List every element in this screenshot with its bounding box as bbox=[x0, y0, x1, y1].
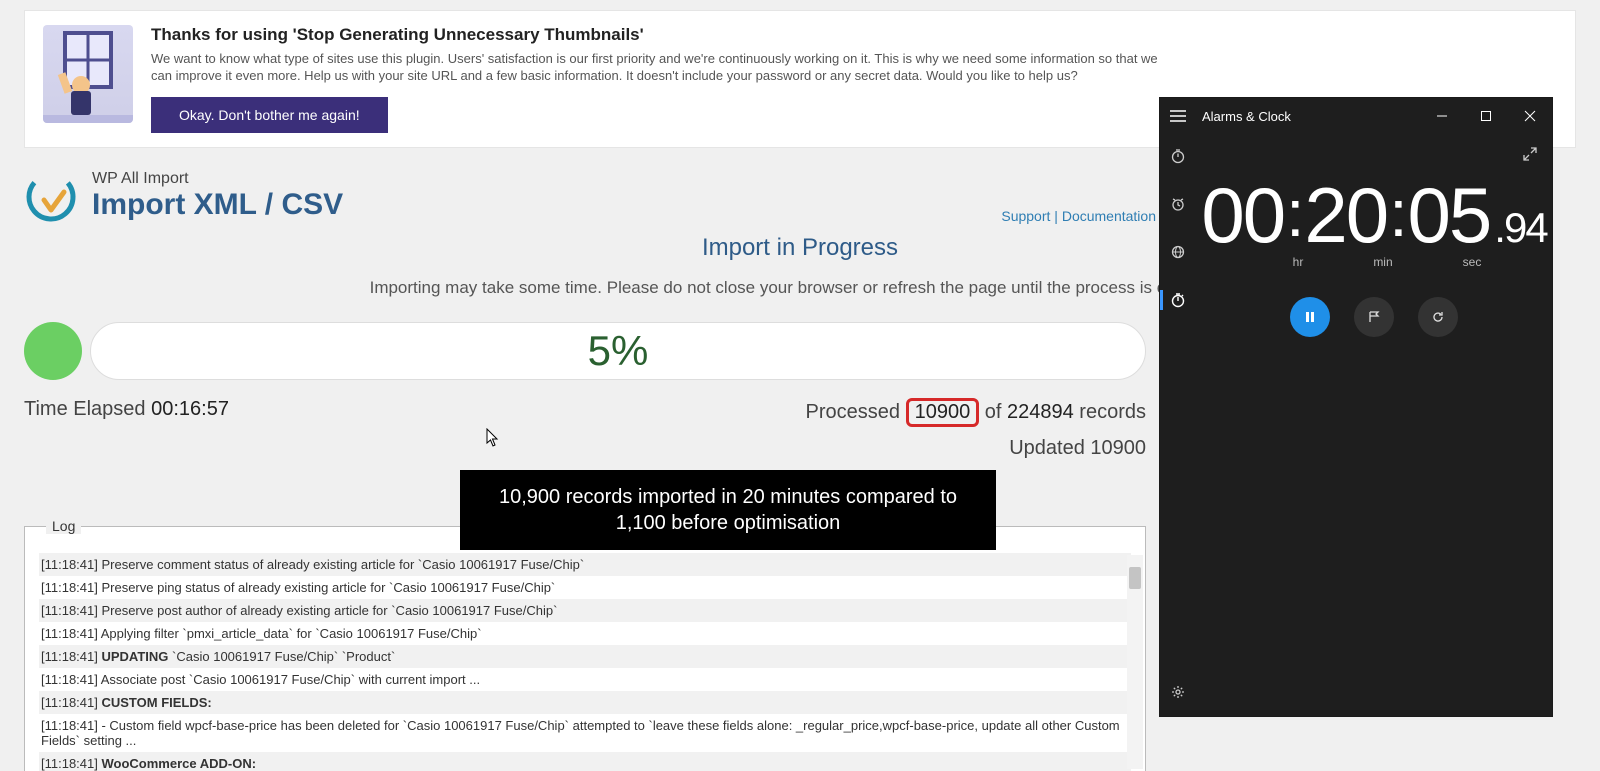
sep2: : bbox=[1387, 175, 1407, 251]
label-hr: hr bbox=[1293, 255, 1304, 269]
time-elapsed: Time Elapsed 00:16:57 bbox=[24, 398, 229, 427]
log-entry: [11:18:41] Preserve post author of alrea… bbox=[39, 599, 1131, 622]
wp-all-import-logo bbox=[24, 170, 78, 224]
link-separator: | bbox=[1050, 208, 1061, 224]
expand-button[interactable] bbox=[1522, 146, 1538, 162]
processed-of: of bbox=[979, 401, 1007, 423]
log-entry: [11:18:41] UPDATING `Casio 10061917 Fuse… bbox=[39, 645, 1131, 668]
titlebar[interactable]: Alarms & Clock bbox=[1160, 98, 1552, 134]
log-legend: Log bbox=[46, 518, 81, 534]
log-entry: [11:18:41] Preserve comment status of al… bbox=[39, 553, 1131, 576]
nav-rail bbox=[1160, 134, 1196, 716]
updated-value: 10900 bbox=[1090, 437, 1146, 459]
log-frame: [11:18:41] Preserve comment status of al… bbox=[24, 526, 1146, 771]
updated-count: Updated 10900 bbox=[24, 437, 1146, 460]
minimize-button[interactable] bbox=[1420, 98, 1464, 134]
label-sec: sec bbox=[1463, 255, 1482, 269]
rail-alarm[interactable] bbox=[1160, 190, 1196, 218]
stopwatch-display: 00 : 20 : 05 .94 bbox=[1201, 176, 1546, 257]
alarms-clock-window: Alarms & Clock 00 : 20 : 05 .94 hr bbox=[1160, 98, 1552, 716]
window-body: 00 : 20 : 05 .94 hr min sec bbox=[1160, 134, 1552, 716]
updated-label: Updated bbox=[1009, 437, 1090, 459]
progress-percent: 5% bbox=[588, 327, 649, 375]
flag-icon bbox=[1367, 310, 1381, 324]
time-elapsed-value: 00:16:57 bbox=[151, 398, 229, 420]
log-entry: [11:18:41] WooCommerce ADD-ON: bbox=[39, 752, 1131, 771]
notice-title: Thanks for using 'Stop Generating Unnece… bbox=[151, 25, 1161, 45]
minutes: 20 bbox=[1304, 176, 1387, 254]
support-link[interactable]: Support bbox=[1001, 208, 1050, 224]
log-list: [11:18:41] Preserve comment status of al… bbox=[39, 553, 1131, 771]
progress-status-dot bbox=[24, 322, 82, 380]
progress-bar-row: 5% bbox=[24, 322, 1146, 380]
alarm-icon bbox=[1170, 196, 1186, 212]
world-clock-icon bbox=[1170, 244, 1186, 260]
log-scrollbar-thumb[interactable] bbox=[1129, 567, 1141, 589]
log-entry: [11:18:41] Associate post `Casio 1006191… bbox=[39, 668, 1131, 691]
close-icon bbox=[1524, 110, 1536, 122]
hours: 00 bbox=[1201, 176, 1284, 254]
window-title: Alarms & Clock bbox=[1202, 109, 1420, 124]
log-entry: [11:18:41] Applying filter `pmxi_article… bbox=[39, 622, 1131, 645]
reset-icon bbox=[1431, 310, 1445, 324]
page-title: Import XML / CSV bbox=[92, 188, 343, 222]
processed-suffix: records bbox=[1074, 401, 1146, 423]
sep1: : bbox=[1284, 175, 1304, 251]
lap-button[interactable] bbox=[1354, 297, 1394, 337]
notice-text: We want to know what type of sites use t… bbox=[151, 51, 1161, 85]
time-elapsed-label: Time Elapsed bbox=[24, 398, 151, 420]
log-entry: [11:18:41] - Custom field wpcf-base-pric… bbox=[39, 714, 1131, 752]
expand-icon bbox=[1522, 146, 1538, 162]
annotation-callout: 10,900 records imported in 20 minutes co… bbox=[460, 470, 996, 550]
dismiss-notice-button[interactable]: Okay. Don't bother me again! bbox=[151, 97, 388, 133]
progress-bar: 5% bbox=[90, 322, 1146, 380]
documentation-link[interactable]: Documentation bbox=[1062, 208, 1156, 224]
rail-settings[interactable] bbox=[1160, 678, 1196, 706]
label-min: min bbox=[1373, 255, 1392, 269]
hamburger-button[interactable] bbox=[1160, 98, 1196, 134]
reset-button[interactable] bbox=[1418, 297, 1458, 337]
stopwatch-content: 00 : 20 : 05 .94 hr min sec bbox=[1196, 134, 1552, 716]
timer-icon bbox=[1170, 148, 1186, 164]
rail-stopwatch[interactable] bbox=[1160, 286, 1196, 314]
processed-label: Processed bbox=[806, 401, 906, 423]
log-entry: [11:18:41] CUSTOM FIELDS: bbox=[39, 691, 1131, 714]
stopwatch-controls bbox=[1290, 297, 1458, 337]
maximize-button[interactable] bbox=[1464, 98, 1508, 134]
hamburger-icon bbox=[1170, 110, 1186, 122]
pause-icon bbox=[1303, 310, 1317, 324]
notice-body: Thanks for using 'Stop Generating Unnece… bbox=[151, 25, 1161, 133]
processed-value: 10900 bbox=[906, 398, 980, 427]
time-labels: hr min sec bbox=[1267, 255, 1482, 269]
breadcrumb: WP All Import bbox=[92, 170, 343, 188]
minimize-icon bbox=[1436, 110, 1448, 122]
close-button[interactable] bbox=[1508, 98, 1552, 134]
maximize-icon bbox=[1480, 110, 1492, 122]
gear-icon bbox=[1170, 684, 1186, 700]
centiseconds: .94 bbox=[1494, 204, 1546, 252]
processed-count: Processed 10900 of 224894 records bbox=[806, 398, 1146, 427]
page-titles: WP All Import Import XML / CSV bbox=[92, 170, 343, 222]
pause-button[interactable] bbox=[1290, 297, 1330, 337]
rail-timer[interactable] bbox=[1160, 142, 1196, 170]
processed-total: 224894 bbox=[1007, 401, 1074, 423]
seconds: 05 bbox=[1408, 176, 1491, 254]
rail-world-clock[interactable] bbox=[1160, 238, 1196, 266]
stopwatch-icon bbox=[1170, 292, 1186, 308]
notice-illustration bbox=[43, 25, 133, 123]
log-scrollbar[interactable] bbox=[1127, 555, 1143, 769]
progress-metrics: Time Elapsed 00:16:57 Processed 10900 of… bbox=[24, 398, 1146, 427]
log-entry: [11:18:41] Preserve ping status of alrea… bbox=[39, 576, 1131, 599]
